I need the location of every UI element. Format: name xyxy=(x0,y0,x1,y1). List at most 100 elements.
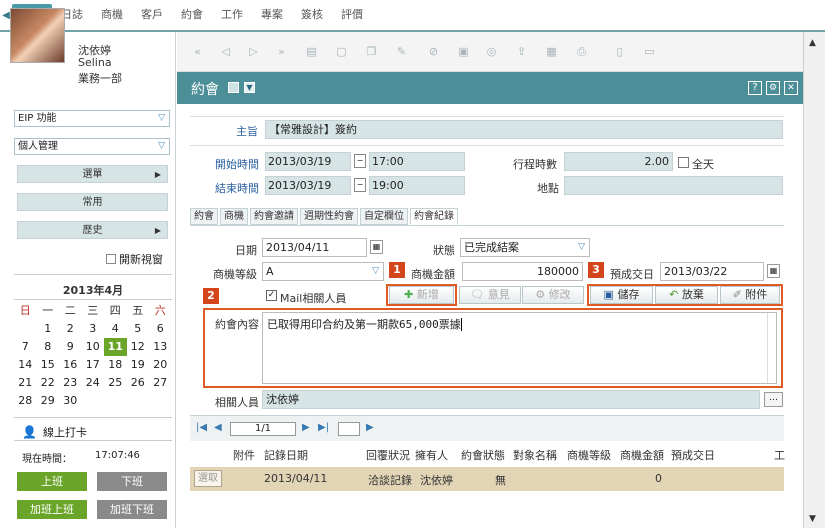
page-indicator[interactable]: 1/1 xyxy=(230,422,296,436)
duration-field[interactable]: 2.00 xyxy=(564,152,673,171)
mail-related-checkbox[interactable]: ✓ xyxy=(266,290,277,301)
calendar-day[interactable]: 12 xyxy=(127,338,150,356)
clock-out-button[interactable]: 下班 xyxy=(97,472,167,491)
overtime-out-button[interactable]: 加班下班 xyxy=(97,500,167,519)
subtab-opportunity[interactable]: 商機 xyxy=(220,208,248,225)
calendar-day[interactable]: 16 xyxy=(59,356,82,374)
page-scrollbar[interactable]: ▲ ▼ xyxy=(803,32,825,528)
attach-button[interactable]: ✐ 附件 xyxy=(720,286,780,304)
calendar-day[interactable]: 25 xyxy=(104,374,127,392)
textarea-scrollbar[interactable] xyxy=(767,313,776,383)
overtime-in-button[interactable]: 加班上班 xyxy=(17,500,87,519)
discard-button[interactable]: ↶ 放棄 xyxy=(655,286,718,304)
calendar-day[interactable]: 21 xyxy=(14,374,37,392)
new-window-option[interactable]: 開新視窗 xyxy=(106,251,163,267)
calendar-day[interactable]: 27 xyxy=(149,374,172,392)
calendar-day[interactable]: 29 xyxy=(37,392,60,410)
calendar-day[interactable]: 2 xyxy=(59,320,82,338)
tab-task[interactable]: 工作 xyxy=(212,4,252,26)
calendar-day[interactable]: 8 xyxy=(37,338,60,356)
end-date-field[interactable]: 2013/03/19 xyxy=(265,176,351,195)
end-time-dropdown-icon[interactable]: − xyxy=(354,178,366,192)
level-select[interactable]: A ▽ xyxy=(262,262,384,281)
tab-approval[interactable]: 簽核 xyxy=(292,4,332,26)
next-record-icon[interactable]: ▷ xyxy=(247,45,260,58)
calendar-day[interactable]: 14 xyxy=(14,356,37,374)
calendar-day[interactable]: 4 xyxy=(104,320,127,338)
history-button[interactable]: 歷史 ▶ xyxy=(17,221,168,239)
table-row[interactable]: 選取 2013/04/11 洽談記錄 沈依婷 無 0 xyxy=(190,467,784,491)
date-input[interactable]: 2013/04/11 xyxy=(262,238,367,257)
calendar-day[interactable]: 23 xyxy=(59,374,82,392)
add-button[interactable]: ✚ 新增 xyxy=(389,286,454,304)
print-icon[interactable]: ⎙ xyxy=(575,45,588,58)
calendar-day[interactable]: 5 xyxy=(127,320,150,338)
calendar-day[interactable]: 18 xyxy=(104,356,127,374)
select-row-button[interactable]: 選取 xyxy=(194,470,222,487)
calendar-day[interactable]: 22 xyxy=(37,374,60,392)
new-document-icon[interactable]: ▢ xyxy=(335,45,348,58)
save-button[interactable]: ▣ 儲存 xyxy=(590,286,653,304)
calendar-day[interactable]: 28 xyxy=(14,392,37,410)
last-page-icon[interactable]: ▶| xyxy=(318,422,329,433)
calendar-day[interactable]: 7 xyxy=(14,338,37,356)
calendar-day[interactable]: 20 xyxy=(149,356,172,374)
first-page-icon[interactable]: |◀ xyxy=(196,422,207,433)
menu-button[interactable]: 選單 ▶ xyxy=(17,165,168,183)
calendar-day[interactable]: 24 xyxy=(82,374,105,392)
prev-record-icon[interactable]: ◁ xyxy=(219,45,232,58)
calendar-icon[interactable]: ▦ xyxy=(767,264,780,278)
new-window-checkbox[interactable] xyxy=(106,254,116,264)
last-record-icon[interactable]: » xyxy=(275,45,288,58)
calendar-day[interactable]: 13 xyxy=(149,338,172,356)
start-time-dropdown-icon[interactable]: − xyxy=(354,154,366,168)
related-picker-button[interactable]: … xyxy=(764,392,783,407)
tab-appointment[interactable]: 約會 xyxy=(172,4,212,26)
edit-icon[interactable]: ✎ xyxy=(395,45,408,58)
subtab-records[interactable]: 約會紀錄 xyxy=(410,208,458,225)
tab-customer[interactable]: 客戶 xyxy=(132,4,172,26)
start-date-field[interactable]: 2013/03/19 xyxy=(265,152,351,171)
content-textarea[interactable]: 已取得用印合約及第一期款65,000票據 xyxy=(262,312,777,384)
subtab-custom-fields[interactable]: 自定欄位 xyxy=(360,208,408,225)
help-icon[interactable]: ? xyxy=(748,81,762,95)
next-page-icon[interactable]: ▶ xyxy=(302,422,310,433)
location-field[interactable] xyxy=(564,176,783,195)
subtab-invitation[interactable]: 約會邀請 xyxy=(250,208,298,225)
subtab-appointment[interactable]: 約會 xyxy=(190,208,218,225)
tab-opportunity[interactable]: 商機 xyxy=(92,4,132,26)
clock-in-button[interactable]: 上班 xyxy=(17,472,87,491)
first-record-icon[interactable]: « xyxy=(191,45,204,58)
copy-icon[interactable]: ❐ xyxy=(365,45,378,58)
amount-input[interactable]: 180000 xyxy=(462,262,583,281)
tab-review[interactable]: 評價 xyxy=(332,4,372,26)
common-button[interactable]: 常用 xyxy=(17,193,168,211)
scroll-down-icon[interactable]: ▼ xyxy=(809,514,816,524)
allday-checkbox[interactable] xyxy=(678,157,689,168)
monitor-icon[interactable]: ▭ xyxy=(643,45,656,58)
report-icon[interactable]: ▦ xyxy=(545,45,558,58)
opinion-button[interactable]: 🗨 意見 xyxy=(459,286,521,304)
dropdown-icon[interactable]: ▼ xyxy=(244,82,255,93)
image-icon[interactable] xyxy=(228,82,239,93)
personal-management-select[interactable]: 個人管理 ▽ xyxy=(14,138,170,155)
export-icon[interactable]: ⇪ xyxy=(515,45,528,58)
start-time-field[interactable]: 17:00 xyxy=(369,152,465,171)
calendar-day[interactable]: 1 xyxy=(37,320,60,338)
calendar-day[interactable]: 26 xyxy=(127,374,150,392)
related-field[interactable]: 沈依婷 xyxy=(262,390,760,409)
eip-function-select[interactable]: EIP 功能 ▽ xyxy=(14,110,170,127)
clipboard-icon[interactable]: ▯ xyxy=(613,45,626,58)
subject-field[interactable]: 【常雅設計】簽約 xyxy=(265,120,783,139)
status-select[interactable]: 已完成結案 ▽ xyxy=(460,238,590,257)
calendar-day[interactable]: 19 xyxy=(127,356,150,374)
calendar-icon[interactable]: ▦ xyxy=(370,240,383,254)
page-size-input[interactable] xyxy=(338,422,360,436)
cancel-icon[interactable]: ⊘ xyxy=(427,45,440,58)
calendar-day[interactable]: 3 xyxy=(82,320,105,338)
calendar-day[interactable]: 9 xyxy=(59,338,82,356)
close-icon[interactable]: ✕ xyxy=(784,81,798,95)
calendar-day[interactable]: 6 xyxy=(149,320,172,338)
prev-page-icon[interactable]: ◀ xyxy=(214,422,222,433)
deal-date-input[interactable]: 2013/03/22 xyxy=(660,262,764,281)
